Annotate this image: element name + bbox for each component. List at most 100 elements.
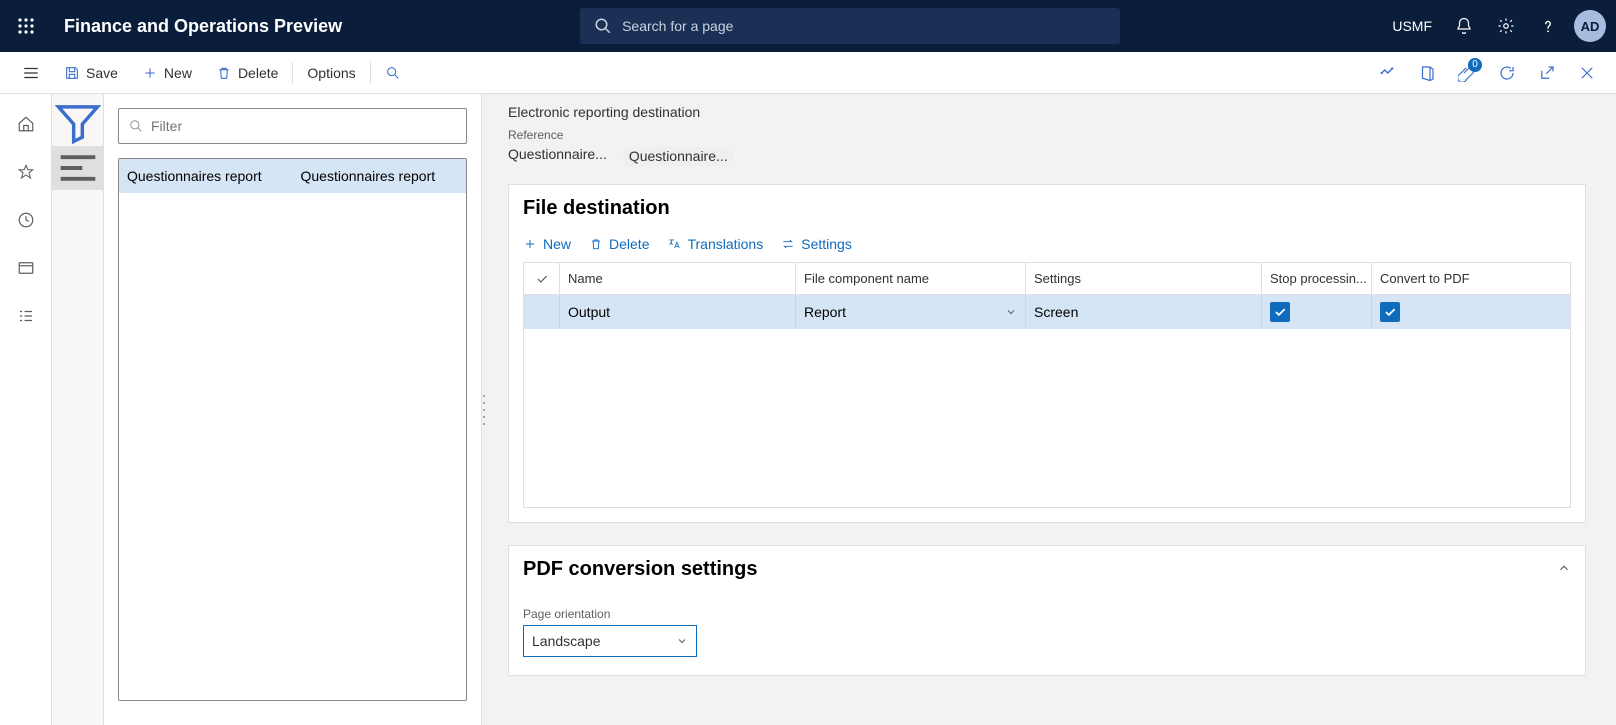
save-button[interactable]: Save	[52, 52, 130, 94]
attachments-icon[interactable]: 0	[1450, 52, 1484, 94]
separator	[292, 62, 293, 84]
fd-settings-label: Settings	[801, 236, 852, 252]
new-label: New	[164, 65, 192, 81]
reference-label: Reference	[508, 128, 1586, 142]
reference-values: Questionnaire... Questionnaire...	[508, 146, 1586, 166]
list-pane-icon[interactable]	[52, 146, 104, 190]
refresh-icon[interactable]	[1490, 52, 1524, 94]
modules-icon[interactable]	[0, 294, 52, 338]
main-content: Electronic reporting destination Referen…	[488, 94, 1616, 725]
trash-icon	[216, 65, 232, 81]
pdf-conversion-header[interactable]: PDF conversion settings	[509, 546, 1585, 593]
fd-new-label: New	[543, 236, 571, 252]
close-icon[interactable]	[1570, 52, 1604, 94]
plus-icon	[142, 65, 158, 81]
top-header: Finance and Operations Preview USMF AD	[0, 0, 1616, 52]
avatar[interactable]: AD	[1574, 10, 1606, 42]
reference-value-1[interactable]: Questionnaire...	[508, 146, 607, 166]
table-header: Name File component name Settings Stop p…	[524, 263, 1570, 295]
file-destination-toolbar: New Delete Translations Settings	[509, 232, 1585, 262]
options-label: Options	[307, 65, 355, 81]
notifications-icon[interactable]	[1444, 0, 1484, 52]
options-button[interactable]: Options	[295, 52, 367, 94]
page-orientation-select[interactable]: Landscape	[523, 625, 697, 657]
attachment-count: 0	[1468, 58, 1482, 72]
chevron-down-icon	[1005, 306, 1017, 318]
page-orientation-label: Page orientation	[509, 593, 1585, 625]
cell-convert-to-pdf[interactable]	[1372, 295, 1570, 329]
cell-settings[interactable]: Screen	[1026, 295, 1262, 329]
action-bar: Save New Delete Options 0	[0, 52, 1616, 94]
fd-translations-label: Translations	[687, 236, 763, 252]
recent-icon[interactable]	[0, 198, 52, 242]
checkbox-checked[interactable]	[1270, 302, 1290, 322]
pdf-conversion-card: PDF conversion settings Page orientation…	[508, 545, 1586, 676]
fd-settings-button[interactable]: Settings	[781, 236, 852, 252]
filter-box[interactable]	[118, 108, 467, 144]
swap-icon	[781, 237, 795, 251]
cell-stop-processing[interactable]	[1262, 295, 1372, 329]
reference-value-2[interactable]: Questionnaire...	[623, 146, 734, 166]
save-icon	[64, 65, 80, 81]
col-file-component-name[interactable]: File component name	[796, 263, 1026, 294]
fd-translations-button[interactable]: Translations	[667, 236, 763, 252]
file-destination-table: Name File component name Settings Stop p…	[523, 262, 1571, 508]
page-orientation-value: Landscape	[532, 633, 601, 649]
file-destination-title[interactable]: File destination	[509, 185, 1585, 232]
action-search[interactable]	[373, 52, 413, 94]
filter-input[interactable]	[151, 118, 456, 134]
home-icon[interactable]	[0, 102, 52, 146]
search-input[interactable]	[622, 18, 1106, 34]
help-icon[interactable]	[1528, 0, 1568, 52]
search-icon	[594, 17, 612, 35]
nav-toggle[interactable]	[10, 52, 52, 94]
list-pane-switcher	[52, 94, 104, 725]
check-header[interactable]	[524, 263, 560, 294]
col-convert-to-pdf[interactable]: Convert to PDF	[1372, 263, 1570, 294]
table-row[interactable]: Output Report Screen	[524, 295, 1570, 329]
delete-button[interactable]: Delete	[204, 52, 290, 94]
favorites-icon[interactable]	[0, 150, 52, 194]
pdf-conversion-title: PDF conversion settings	[523, 558, 758, 581]
workspaces-icon[interactable]	[0, 246, 52, 290]
col-name[interactable]: Name	[560, 263, 796, 294]
fd-delete-button[interactable]: Delete	[589, 236, 649, 252]
separator	[370, 62, 371, 84]
filter-pane-icon[interactable]	[52, 100, 104, 144]
app-title: Finance and Operations Preview	[64, 16, 342, 37]
translate-icon	[667, 237, 681, 251]
records-list: Questionnaires report Questionnaires rep…	[104, 94, 482, 725]
popout-icon[interactable]	[1530, 52, 1564, 94]
save-label: Save	[86, 65, 118, 81]
records-grid: Questionnaires report Questionnaires rep…	[118, 158, 467, 701]
delete-label: Delete	[238, 65, 278, 81]
app-launcher[interactable]	[0, 0, 52, 52]
settings-icon[interactable]	[1486, 0, 1526, 52]
fcn-value: Report	[804, 304, 846, 320]
chevron-up-icon	[1557, 558, 1571, 581]
checkbox-checked[interactable]	[1380, 302, 1400, 322]
record-cell-a: Questionnaires report	[119, 168, 293, 184]
search-icon	[385, 65, 401, 81]
search-icon	[129, 119, 143, 133]
left-rail	[0, 94, 52, 725]
row-selector[interactable]	[524, 295, 560, 329]
record-row[interactable]: Questionnaires report Questionnaires rep…	[119, 159, 466, 193]
search-bar[interactable]	[580, 8, 1120, 44]
office-icon[interactable]	[1410, 52, 1444, 94]
fd-delete-label: Delete	[609, 236, 649, 252]
plus-icon	[523, 237, 537, 251]
related-info-icon[interactable]	[1370, 52, 1404, 94]
col-settings[interactable]: Settings	[1026, 263, 1262, 294]
chevron-down-icon	[676, 635, 688, 647]
cell-name[interactable]: Output	[560, 295, 796, 329]
file-destination-card: File destination New Delete Translations…	[508, 184, 1586, 523]
fd-new-button[interactable]: New	[523, 236, 571, 252]
page-title: Electronic reporting destination	[508, 104, 1586, 120]
col-stop-processing[interactable]: Stop processin...	[1262, 263, 1372, 294]
cell-file-component-name[interactable]: Report	[796, 295, 1026, 329]
trash-icon	[589, 237, 603, 251]
record-cell-b: Questionnaires report	[293, 168, 467, 184]
new-button[interactable]: New	[130, 52, 204, 94]
legal-entity[interactable]: USMF	[1392, 18, 1432, 34]
